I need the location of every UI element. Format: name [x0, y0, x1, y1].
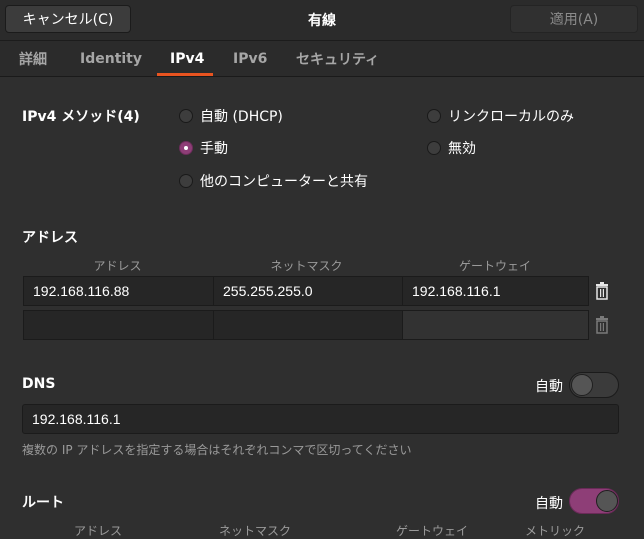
- gateway-input-empty[interactable]: [402, 311, 588, 339]
- routes-section-label: ルート: [22, 495, 64, 511]
- tab-ipv6[interactable]: IPv6: [233, 41, 267, 76]
- radio-disabled-indicator[interactable]: [427, 141, 441, 155]
- tab-identity[interactable]: Identity: [80, 41, 142, 76]
- address-row-empty: [23, 310, 589, 340]
- dns-auto-switch-knob: [571, 374, 593, 396]
- active-tab-indicator: [157, 73, 213, 76]
- address-input-empty[interactable]: [24, 311, 213, 339]
- tab-ipv4[interactable]: IPv4: [170, 41, 204, 76]
- routes-auto-label: 自動: [535, 496, 563, 512]
- dns-section-label: DNS: [22, 376, 56, 392]
- dns-input[interactable]: 192.168.116.1: [22, 404, 619, 434]
- radio-shared-label: 他のコンピューターと共有: [200, 174, 368, 190]
- radio-shared-indicator[interactable]: [179, 174, 193, 188]
- apply-button[interactable]: 適用(A): [510, 5, 638, 33]
- radio-disabled[interactable]: 無効: [427, 138, 476, 158]
- dns-hint-text: 複数の IP アドレスを指定する場合はそれぞれコンマで区切ってください: [22, 443, 412, 457]
- netmask-input-empty[interactable]: [213, 311, 402, 339]
- radio-link-local[interactable]: リンクローカルのみ: [427, 106, 574, 126]
- column-header-address: アドレス: [93, 259, 142, 273]
- cancel-button[interactable]: キャンセル(C): [5, 5, 131, 33]
- tab-bar: 詳細 Identity IPv4 IPv6 セキュリティ: [0, 40, 644, 77]
- tab-security[interactable]: セキュリティ: [296, 41, 379, 76]
- netmask-input[interactable]: 255.255.255.0: [213, 277, 402, 305]
- dns-auto-label: 自動: [535, 379, 563, 395]
- radio-dhcp-indicator[interactable]: [179, 109, 193, 123]
- tab-details[interactable]: 詳細: [19, 41, 47, 76]
- gateway-input[interactable]: 192.168.116.1: [402, 277, 588, 305]
- radio-manual-label: 手動: [200, 141, 228, 157]
- radio-dhcp[interactable]: 自動 (DHCP): [179, 106, 283, 126]
- address-input[interactable]: 192.168.116.88: [24, 277, 213, 305]
- radio-link-local-indicator[interactable]: [427, 109, 441, 123]
- ipv4-method-label: IPv4 メソッド(4): [22, 109, 140, 125]
- address-row: 192.168.116.88 255.255.255.0 192.168.116…: [23, 276, 589, 306]
- radio-manual[interactable]: 手動: [179, 138, 228, 158]
- addresses-section-label: アドレス: [22, 230, 78, 246]
- radio-manual-indicator[interactable]: [179, 141, 193, 155]
- radio-link-local-label: リンクローカルのみ: [448, 109, 574, 125]
- delete-address-trash-icon[interactable]: [594, 282, 610, 300]
- column-header-gateway: ゲートウェイ: [458, 259, 531, 273]
- radio-disabled-label: 無効: [448, 141, 476, 157]
- routes-auto-switch-knob: [596, 490, 618, 512]
- radio-dhcp-label: 自動 (DHCP): [200, 109, 283, 125]
- column-header-netmask: ネットマスク: [270, 259, 343, 273]
- header-bar: キャンセル(C) 有線 適用(A): [0, 0, 644, 40]
- radio-shared[interactable]: 他のコンピューターと共有: [179, 171, 368, 191]
- dns-auto-switch[interactable]: [569, 372, 619, 398]
- routes-auto-switch[interactable]: [569, 488, 619, 514]
- delete-empty-row-trash-icon: [596, 316, 608, 334]
